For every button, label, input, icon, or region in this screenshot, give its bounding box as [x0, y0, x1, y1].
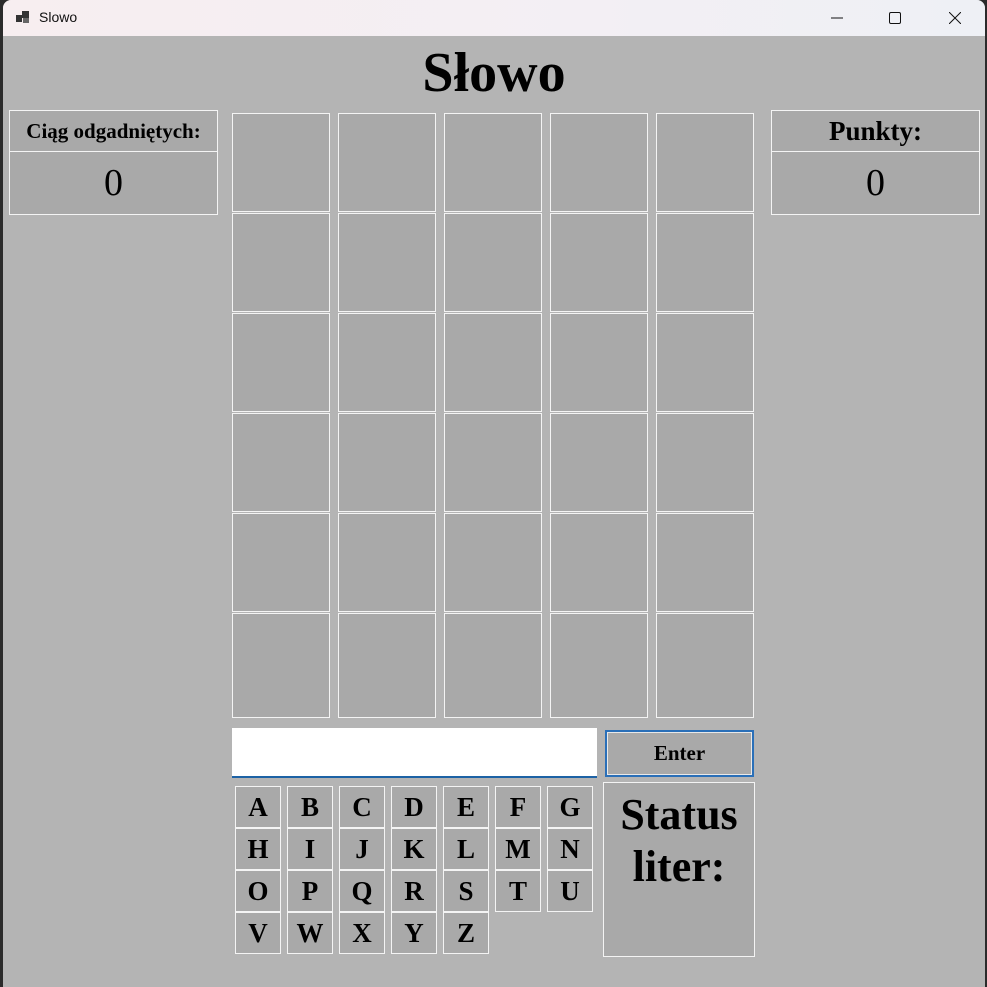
- grid-cell: [232, 213, 330, 312]
- letter-key-q[interactable]: Q: [339, 870, 385, 912]
- grid-cell: [656, 113, 754, 212]
- minimize-button[interactable]: [808, 0, 866, 36]
- letter-key-r[interactable]: R: [391, 870, 437, 912]
- enter-button[interactable]: Enter: [605, 730, 754, 777]
- grid-cell: [550, 213, 648, 312]
- letter-key-f[interactable]: F: [495, 786, 541, 828]
- points-value: 0: [866, 162, 885, 204]
- letter-key-o[interactable]: O: [235, 870, 281, 912]
- close-icon: [949, 12, 961, 24]
- client-area: Słowo Ciąg odgadniętych: 0 Punkty: 0 Ent…: [3, 36, 985, 987]
- grid-cell: [656, 313, 754, 412]
- grid-cell: [550, 613, 648, 718]
- grid-cell: [444, 613, 542, 718]
- letter-key-v[interactable]: V: [235, 912, 281, 954]
- grid-cell: [338, 613, 436, 718]
- letter-key-t[interactable]: T: [495, 870, 541, 912]
- letter-status-panel: Status liter:: [603, 782, 755, 957]
- window-title: Slowo: [39, 9, 78, 25]
- letter-key-m[interactable]: M: [495, 828, 541, 870]
- letter-key-k[interactable]: K: [391, 828, 437, 870]
- status-label-line2: liter:: [632, 842, 726, 891]
- maximize-button[interactable]: [866, 0, 924, 36]
- letter-key-x[interactable]: X: [339, 912, 385, 954]
- close-button[interactable]: [925, 0, 985, 36]
- letter-key-z[interactable]: Z: [443, 912, 489, 954]
- app-window: Slowo Słowo Ciąg odgadniętych: 0 Punkty:: [3, 0, 985, 987]
- grid-cell: [656, 213, 754, 312]
- grid-cell: [338, 313, 436, 412]
- letter-key-b[interactable]: B: [287, 786, 333, 828]
- letter-key-a[interactable]: A: [235, 786, 281, 828]
- grid-cell: [444, 213, 542, 312]
- letter-key-c[interactable]: C: [339, 786, 385, 828]
- letter-key-n[interactable]: N: [547, 828, 593, 870]
- grid-cell: [232, 613, 330, 718]
- points-panel: Punkty: 0: [771, 110, 980, 215]
- status-label-line1: Status: [620, 790, 738, 839]
- grid-cell: [338, 113, 436, 212]
- grid-cell: [550, 513, 648, 612]
- letter-key-j[interactable]: J: [339, 828, 385, 870]
- points-label: Punkty:: [772, 111, 979, 152]
- grid-cell: [232, 513, 330, 612]
- grid-cell: [444, 413, 542, 512]
- app-window-icon: [16, 10, 30, 24]
- page-title: Słowo: [422, 42, 566, 104]
- letter-key-y[interactable]: Y: [391, 912, 437, 954]
- streak-panel: Ciąg odgadniętych: 0: [9, 110, 218, 215]
- letter-key-p[interactable]: P: [287, 870, 333, 912]
- grid-cell: [656, 513, 754, 612]
- letter-key-s[interactable]: S: [443, 870, 489, 912]
- streak-label: Ciąg odgadniętych:: [10, 111, 217, 152]
- letter-key-w[interactable]: W: [287, 912, 333, 954]
- letter-key-d[interactable]: D: [391, 786, 437, 828]
- streak-value: 0: [104, 162, 123, 204]
- grid-cell: [550, 413, 648, 512]
- grid-cell: [338, 513, 436, 612]
- grid-cell: [232, 413, 330, 512]
- grid-cell: [444, 513, 542, 612]
- maximize-icon: [889, 12, 901, 24]
- grid-cell: [550, 313, 648, 412]
- grid-cell: [232, 113, 330, 212]
- letter-key-g[interactable]: G: [547, 786, 593, 828]
- word-input[interactable]: [232, 728, 597, 778]
- grid-cell: [444, 313, 542, 412]
- grid-cell: [444, 113, 542, 212]
- grid-cell: [338, 413, 436, 512]
- grid-cell: [338, 213, 436, 312]
- letter-key-l[interactable]: L: [443, 828, 489, 870]
- letter-key-u[interactable]: U: [547, 870, 593, 912]
- grid-cell: [232, 313, 330, 412]
- title-bar[interactable]: Slowo: [3, 0, 985, 36]
- grid-cell: [656, 613, 754, 718]
- letter-key-h[interactable]: H: [235, 828, 281, 870]
- minimize-icon: [831, 17, 843, 19]
- letter-key-e[interactable]: E: [443, 786, 489, 828]
- grid-cell: [550, 113, 648, 212]
- grid-cell: [656, 413, 754, 512]
- letter-key-i[interactable]: I: [287, 828, 333, 870]
